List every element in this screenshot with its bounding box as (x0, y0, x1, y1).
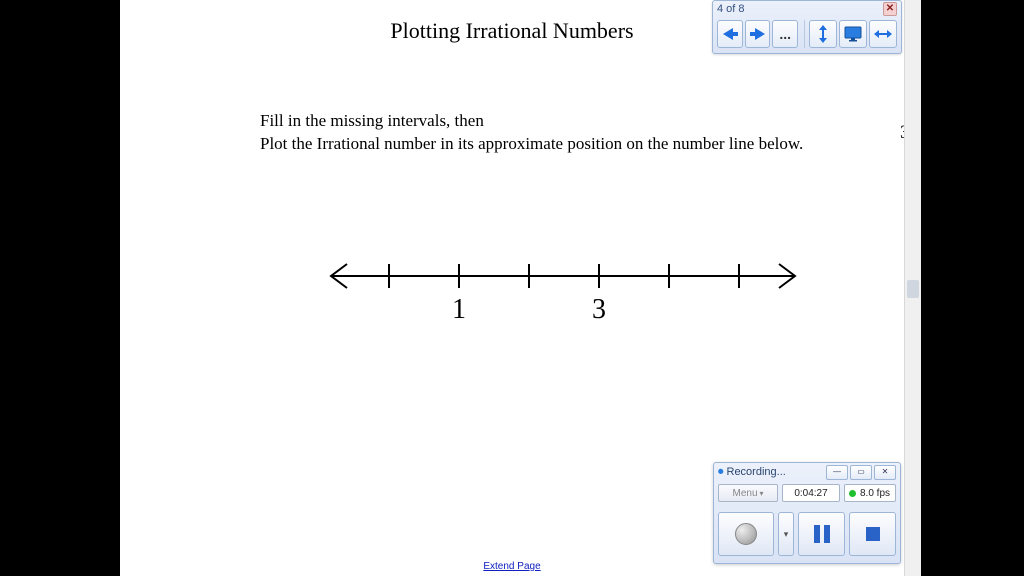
recorder-fps-display: 8.0 fps (844, 484, 896, 502)
scrollbar-thumb[interactable] (907, 280, 919, 298)
more-options-button[interactable]: ... (772, 20, 798, 48)
instructions-line-2: Plot the Irrational number in its approx… (260, 134, 803, 153)
recorder-restore-button[interactable]: ▭ (850, 465, 872, 480)
record-button[interactable] (718, 512, 774, 556)
tick-label-1: 1 (452, 294, 466, 325)
prev-page-button[interactable] (717, 20, 743, 48)
recorder-minimize-button[interactable]: — (826, 465, 848, 480)
stop-button[interactable] (849, 512, 896, 556)
number-line[interactable]: 1 3 (323, 236, 803, 336)
fit-vertical-button[interactable] (809, 20, 837, 48)
instructions-text: Fill in the missing intervals, then Plot… (260, 110, 803, 156)
move-cursor-icon: ✥ (930, 112, 942, 126)
navigation-toolbar: 4 of 8 ✕ ... (712, 0, 902, 54)
pause-button[interactable] (798, 512, 845, 556)
recorder-icon: ⏺ (718, 466, 724, 479)
recorder-panel: ⏺ Recording... — ▭ ✕ Menu▾ 0:04:27 8.0 f… (713, 462, 901, 564)
fit-horizontal-button[interactable] (869, 20, 897, 48)
close-toolbar-button[interactable]: ✕ (883, 2, 897, 16)
recorder-menu-dropdown[interactable]: Menu▾ (718, 484, 778, 502)
page-position-label: 4 of 8 (717, 3, 745, 15)
instructions-line-1: Fill in the missing intervals, then (260, 111, 484, 130)
recorder-title: Recording... (727, 466, 786, 478)
recorder-elapsed-time: 0:04:27 (782, 484, 840, 502)
tick-label-3: 3 (592, 294, 606, 325)
recording-led-icon (849, 490, 856, 497)
record-options-dropdown[interactable]: ▾ (778, 512, 794, 556)
screen-shade-button[interactable] (839, 20, 867, 48)
recorder-close-button[interactable]: ✕ (874, 465, 896, 480)
next-page-button[interactable] (745, 20, 771, 48)
vertical-scrollbar[interactable] (904, 0, 921, 576)
